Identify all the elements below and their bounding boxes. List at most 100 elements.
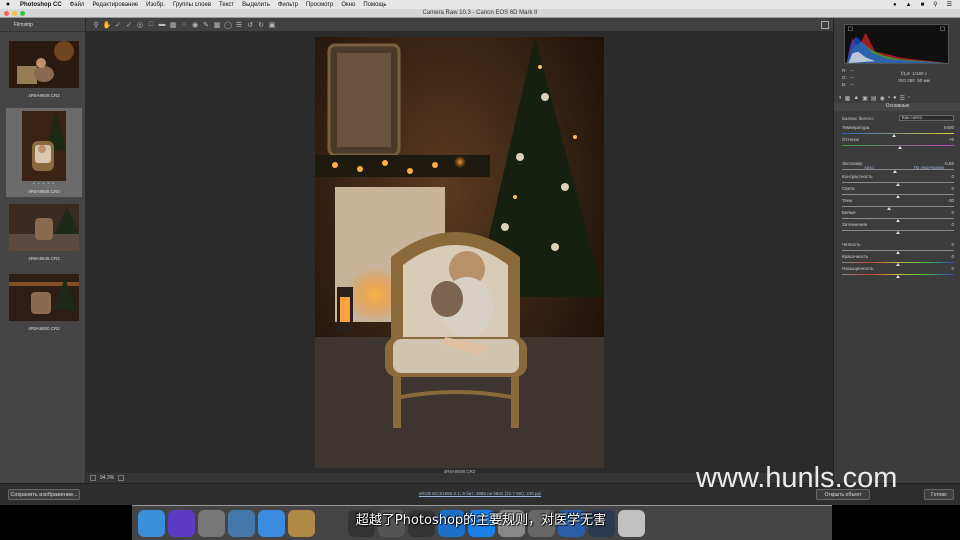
slider-row[interactable]: Контрастность 0: [842, 174, 954, 186]
tab-presets-icon[interactable]: ☰: [900, 95, 905, 102]
filmstrip-thumb[interactable]: 4R9A9645.CR2: [6, 201, 82, 264]
menu-item-edit[interactable]: Редактирование: [88, 2, 142, 8]
menu-item-layer[interactable]: Группы слоев: [169, 2, 215, 8]
spotlight-icon[interactable]: ⚲: [933, 1, 937, 8]
battery-icon[interactable]: ■: [921, 2, 925, 8]
zoom-in-icon[interactable]: [118, 475, 125, 481]
filmstrip-header[interactable]: Filmstrip: [0, 18, 85, 32]
straighten-tool-icon[interactable]: ▬: [158, 21, 166, 29]
slider-value[interactable]: -30: [947, 198, 954, 203]
filmstrip-thumb[interactable]: 4R9A9650.CR2: [6, 271, 82, 334]
hand-tool-icon[interactable]: ✋: [103, 21, 112, 29]
white-balance-select[interactable]: Как снято: [899, 115, 954, 121]
slider-knob[interactable]: [892, 170, 897, 173]
siri-icon[interactable]: [168, 509, 195, 537]
wifi-icon[interactable]: ●: [893, 2, 897, 8]
menu-item-window[interactable]: Окно: [337, 2, 359, 8]
menu-item-help[interactable]: Помощь: [359, 2, 390, 8]
preferences-icon[interactable]: ☰: [235, 21, 243, 29]
targeted-adjustment-icon[interactable]: ◎: [136, 21, 144, 29]
slider-row[interactable]: Четкость 0: [842, 242, 954, 254]
slider-value[interactable]: -0,55: [944, 161, 954, 166]
menu-item-select[interactable]: Выделить: [238, 2, 274, 8]
menu-item-image[interactable]: Изобр.: [142, 2, 169, 8]
finder-icon[interactable]: [138, 509, 165, 537]
volume-icon[interactable]: ▲: [906, 2, 912, 8]
rating-stars[interactable]: • • • • •: [9, 181, 79, 186]
notification-icon[interactable]: ☰: [947, 1, 952, 8]
preview-icon[interactable]: [228, 509, 255, 537]
slider-value[interactable]: 0: [951, 242, 954, 247]
tab-detail-icon[interactable]: ▲: [853, 95, 859, 101]
status-icons: ● ▲ ■ ⚲ ☰: [893, 1, 960, 9]
thumb-filename: 4R9A9609.CR2: [28, 93, 60, 98]
transform-tool-icon[interactable]: ▦: [169, 21, 177, 29]
slider-value[interactable]: 0: [951, 254, 954, 259]
notes-icon[interactable]: [288, 509, 315, 537]
rotate-right-icon[interactable]: ↻: [257, 21, 265, 29]
launchpad-icon[interactable]: [198, 509, 225, 537]
tab-tone-curve-icon[interactable]: ▦: [845, 95, 851, 102]
tab-snapshots-icon[interactable]: ▫: [908, 95, 910, 101]
rotate-left-icon[interactable]: ↺: [246, 21, 254, 29]
slider-knob[interactable]: [898, 146, 903, 149]
window-title: Camera Raw 10.3 - Canon EOS 6D Mark II: [422, 10, 538, 16]
slider-knob[interactable]: [896, 275, 900, 278]
menu-item-file[interactable]: Файл: [66, 2, 89, 8]
slider-value[interactable]: 0: [951, 266, 954, 271]
slider-track[interactable]: [842, 133, 954, 134]
white-balance-tool-icon[interactable]: ✓: [114, 21, 122, 29]
trash-tool-icon[interactable]: ▣: [268, 21, 276, 29]
slider-row[interactable]: Насыщенность 0: [842, 266, 954, 278]
auto-link[interactable]: Авто: [864, 165, 874, 170]
menu-item-filter[interactable]: Фильтр: [274, 2, 302, 8]
graduated-filter-icon[interactable]: ▦: [213, 21, 221, 29]
slider-value[interactable]: 0: [951, 222, 954, 227]
tab-split-toning-icon[interactable]: ▤: [871, 95, 877, 102]
slider-value[interactable]: 5400: [944, 125, 954, 130]
color-sampler-icon[interactable]: ✓: [125, 21, 133, 29]
slider-row[interactable]: Света 0: [842, 186, 954, 198]
slider-row[interactable]: Температура 5400: [842, 125, 954, 137]
tab-effects-icon[interactable]: ▪: [888, 95, 890, 101]
slider-value[interactable]: 0: [951, 174, 954, 179]
tab-lens-icon[interactable]: ◉: [880, 95, 885, 102]
menu-item-view[interactable]: Просмотр: [302, 2, 337, 8]
tab-calibration-icon[interactable]: ●: [893, 95, 897, 101]
safari-icon[interactable]: [258, 509, 285, 537]
slider-value[interactable]: 0: [951, 186, 954, 191]
fullscreen-icon[interactable]: [821, 21, 829, 29]
slider-row[interactable]: Оттенок +5: [842, 137, 954, 149]
zoom-out-icon[interactable]: [90, 475, 96, 481]
preview-canvas[interactable]: 4R9A9608.CR2: [86, 32, 833, 474]
done-button[interactable]: Готово: [924, 489, 954, 500]
tab-basic-icon[interactable]: ◑: [838, 95, 842, 101]
apple-icon[interactable]: ●: [0, 1, 16, 8]
slider-row[interactable]: Красочность 0: [842, 254, 954, 266]
adjustment-brush-icon[interactable]: ✎: [202, 21, 210, 29]
spot-removal-icon[interactable]: ○: [180, 21, 188, 29]
slider-knob[interactable]: [896, 231, 900, 234]
r-label: R:: [842, 68, 847, 73]
workflow-options-link[interactable]: sRGB IEC61966-2.1; 8 бит; 3888 на 5832 (…: [380, 491, 580, 496]
slider-row[interactable]: Затемнение 0: [842, 222, 954, 234]
zoom-tool-icon[interactable]: ⚲: [92, 21, 100, 29]
filmstrip-thumb-selected[interactable]: • • • • • 4R9A9608.CR2: [6, 108, 82, 197]
save-image-button[interactable]: Сохранить изображение...: [8, 489, 80, 500]
slider-row[interactable]: Белые 0: [842, 210, 954, 222]
default-link[interactable]: По умолчанию: [914, 165, 944, 170]
filmstrip-thumb[interactable]: 4R9A9609.CR2: [6, 38, 82, 101]
crop-tool-icon[interactable]: □: [147, 21, 155, 29]
slider-row[interactable]: Тени -30: [842, 198, 954, 210]
slider-track[interactable]: [842, 206, 954, 207]
tab-hsl-icon[interactable]: ▣: [862, 95, 868, 102]
red-eye-icon[interactable]: ◉: [191, 21, 199, 29]
menu-item-app[interactable]: Photoshop CC: [16, 2, 66, 8]
zoom-level[interactable]: 94.3%: [100, 475, 114, 481]
slider-label: Тени: [842, 198, 852, 203]
slider-value[interactable]: +5: [949, 137, 954, 142]
exposure-info: f/1,8 1/160 c: [900, 71, 928, 76]
menu-item-type[interactable]: Текст: [215, 2, 238, 8]
slider-value[interactable]: 0: [951, 210, 954, 215]
radial-filter-icon[interactable]: ◯: [224, 21, 232, 29]
